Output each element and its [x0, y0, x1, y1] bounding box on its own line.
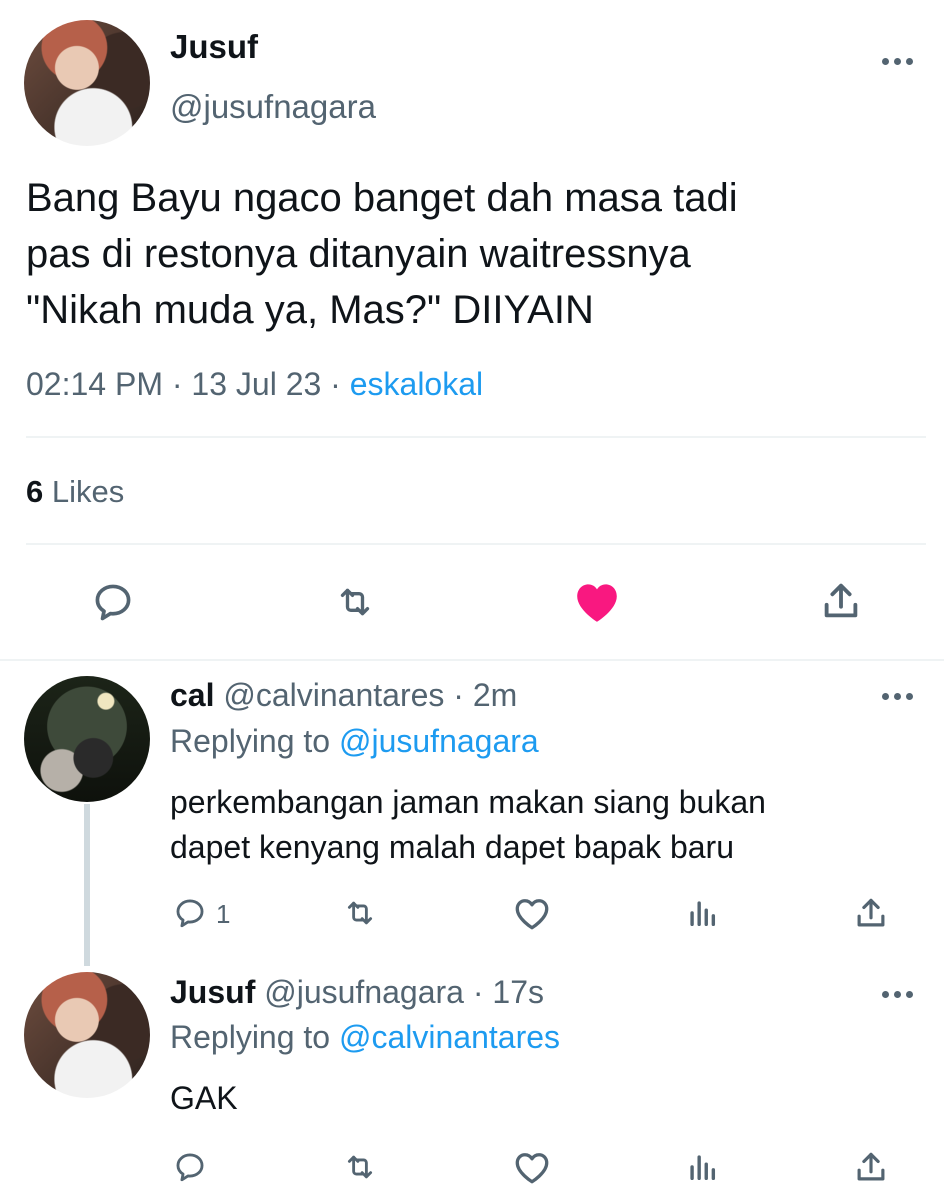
- author-avatar[interactable]: [24, 20, 150, 146]
- views-icon[interactable]: [684, 896, 720, 930]
- more-options-icon[interactable]: [882, 991, 913, 998]
- reply-text-line: dapet kenyang malah dapet bapak baru: [170, 829, 734, 865]
- tweet-source[interactable]: eskalokal: [350, 366, 483, 402]
- reply-avatar[interactable]: [24, 676, 150, 802]
- share-icon[interactable]: [852, 894, 890, 932]
- reply-text: GAK: [170, 1076, 238, 1121]
- reply-icon[interactable]: [90, 580, 136, 624]
- tweet-date[interactable]: 13 Jul 23: [191, 366, 321, 402]
- likes-count: 6: [26, 474, 44, 509]
- meta-separator: ·: [453, 677, 464, 713]
- retweet-icon[interactable]: [340, 896, 380, 930]
- meta-separator: ·: [171, 366, 183, 402]
- replying-handle[interactable]: @jusufnagara: [339, 723, 539, 759]
- meta-separator: ·: [330, 366, 341, 402]
- meta-separator: ·: [472, 974, 484, 1010]
- share-icon[interactable]: [852, 1148, 890, 1186]
- replying-to: Replying to @jusufnagara: [170, 723, 539, 760]
- like-icon[interactable]: [512, 1149, 552, 1185]
- tweet-time[interactable]: 02:14 PM: [26, 366, 163, 402]
- views-icon[interactable]: [684, 1150, 720, 1184]
- divider: [26, 436, 926, 438]
- replying-handle[interactable]: @calvinantares: [339, 1019, 560, 1055]
- like-icon-filled[interactable]: [572, 578, 622, 624]
- like-icon[interactable]: [512, 895, 552, 931]
- reply-age[interactable]: 2m: [473, 677, 517, 713]
- retweet-icon[interactable]: [340, 1150, 380, 1184]
- reply-display-name[interactable]: cal: [170, 677, 214, 713]
- author-handle[interactable]: @jusufnagara: [170, 88, 376, 126]
- replying-label: Replying to: [170, 723, 331, 759]
- reply-header: Jusuf @jusufnagara · 17s: [170, 974, 544, 1011]
- replying-to: Replying to @calvinantares: [170, 1019, 560, 1056]
- share-icon[interactable]: [818, 578, 864, 624]
- reply-age[interactable]: 17s: [492, 974, 544, 1010]
- tweet-text-line: Bang Bayu ngaco banget dah masa tadi: [26, 176, 738, 220]
- reply-header: cal @calvinantares · 2m: [170, 677, 517, 714]
- retweet-icon[interactable]: [330, 582, 380, 622]
- reply-handle[interactable]: @calvinantares: [223, 677, 444, 713]
- reply-text-line: GAK: [170, 1080, 238, 1116]
- thread-line: [84, 804, 90, 966]
- author-display-name[interactable]: Jusuf: [170, 28, 258, 66]
- reply-display-name[interactable]: Jusuf: [170, 974, 255, 1010]
- reply-count: 1: [216, 899, 231, 929]
- replying-label: Replying to: [170, 1019, 331, 1055]
- likes-summary[interactable]: 6 Likes: [26, 474, 124, 510]
- likes-label: Likes: [51, 474, 125, 509]
- reply-icon[interactable]: [172, 1150, 208, 1184]
- reply-avatar[interactable]: [24, 972, 150, 1098]
- reply-text: perkembangan jaman makan siang bukan dap…: [170, 780, 766, 870]
- tweet-text-line: "Nikah muda ya, Mas?" DIIYAIN: [26, 288, 594, 332]
- divider: [0, 659, 944, 661]
- reply-text-line: perkembangan jaman makan siang bukan: [170, 784, 766, 820]
- reply-icon[interactable]: [172, 896, 208, 930]
- divider: [26, 543, 926, 545]
- tweet-text-line: pas di restonya ditanyain waitressnya: [26, 232, 691, 276]
- reply-handle[interactable]: @jusufnagara: [264, 974, 464, 1010]
- more-options-icon[interactable]: [882, 58, 913, 65]
- more-options-icon[interactable]: [882, 693, 913, 700]
- tweet-text: Bang Bayu ngaco banget dah masa tadi pas…: [26, 170, 738, 338]
- tweet-meta: 02:14 PM · 13 Jul 23 · eskalokal: [26, 366, 483, 403]
